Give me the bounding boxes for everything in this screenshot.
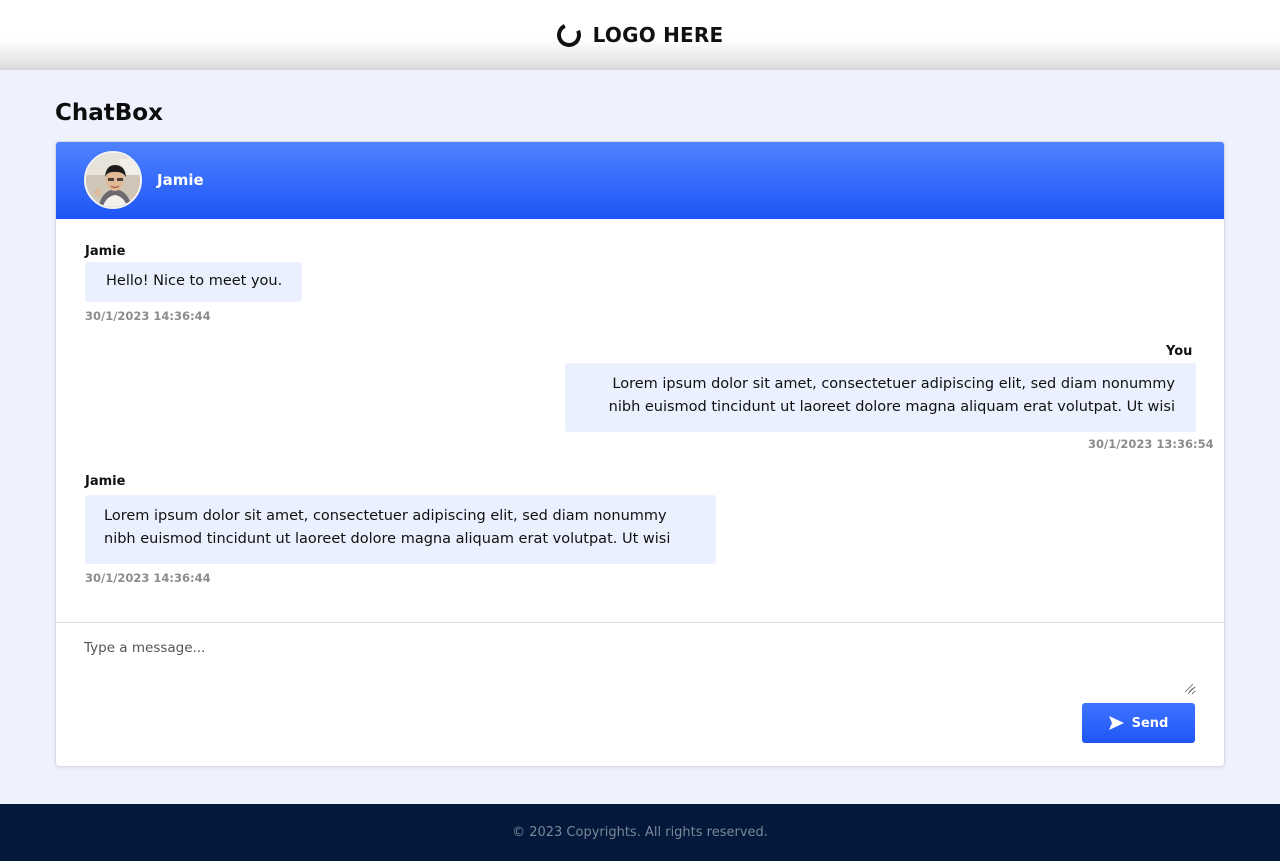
message-sender: Jamie: [85, 244, 126, 259]
message-sender: Jamie: [85, 474, 126, 489]
message-time: 30/1/2023 14:36:44: [85, 571, 211, 585]
message-text-line: nibh euismod tincidunt ut laoreet dolore…: [608, 399, 1175, 415]
send-icon: [1108, 716, 1124, 730]
contact-name: Jamie: [157, 171, 204, 189]
send-button-label: Send: [1131, 715, 1169, 731]
send-button[interactable]: Send: [1082, 703, 1195, 743]
resize-grip-icon[interactable]: [1184, 683, 1194, 693]
message-text-line: nibh euismod tincidunt ut laoreet dolore…: [104, 531, 671, 547]
message-time: 30/1/2023 13:36:54: [1088, 437, 1214, 451]
avatar[interactable]: [84, 151, 142, 209]
footer: © 2023 Copyrights. All rights reserved.: [0, 804, 1280, 861]
avatar-photo-icon: [86, 153, 140, 207]
message-text-line: Lorem ipsum dolor sit amet, consectetuer…: [104, 508, 667, 524]
chat-header: Jamie: [56, 142, 1224, 219]
message-bubble: Lorem ipsum dolor sit amet, consectetuer…: [85, 495, 716, 564]
message-text-line: Lorem ipsum dolor sit amet, consectetuer…: [612, 376, 1175, 392]
message-input[interactable]: [78, 635, 1196, 695]
composer-divider: [56, 622, 1224, 623]
message-bubble: Hello! Nice to meet you.: [85, 262, 302, 302]
message-text: Hello! Nice to meet you.: [106, 273, 283, 289]
loading-circle-icon: [553, 19, 585, 51]
logo[interactable]: LOGO HERE: [553, 19, 724, 51]
message-time: 30/1/2023 14:36:44: [85, 309, 211, 323]
message-sender: You: [1166, 344, 1193, 359]
top-header: LOGO HERE: [0, 0, 1280, 70]
message-bubble: Lorem ipsum dolor sit amet, consectetuer…: [565, 363, 1196, 432]
footer-copyright: © 2023 Copyrights. All rights reserved.: [512, 825, 768, 840]
chat-panel: Jamie Jamie Hello! Nice to meet you. 30/…: [55, 141, 1225, 767]
logo-text: LOGO HERE: [592, 23, 724, 47]
page-title: ChatBox: [55, 100, 163, 126]
